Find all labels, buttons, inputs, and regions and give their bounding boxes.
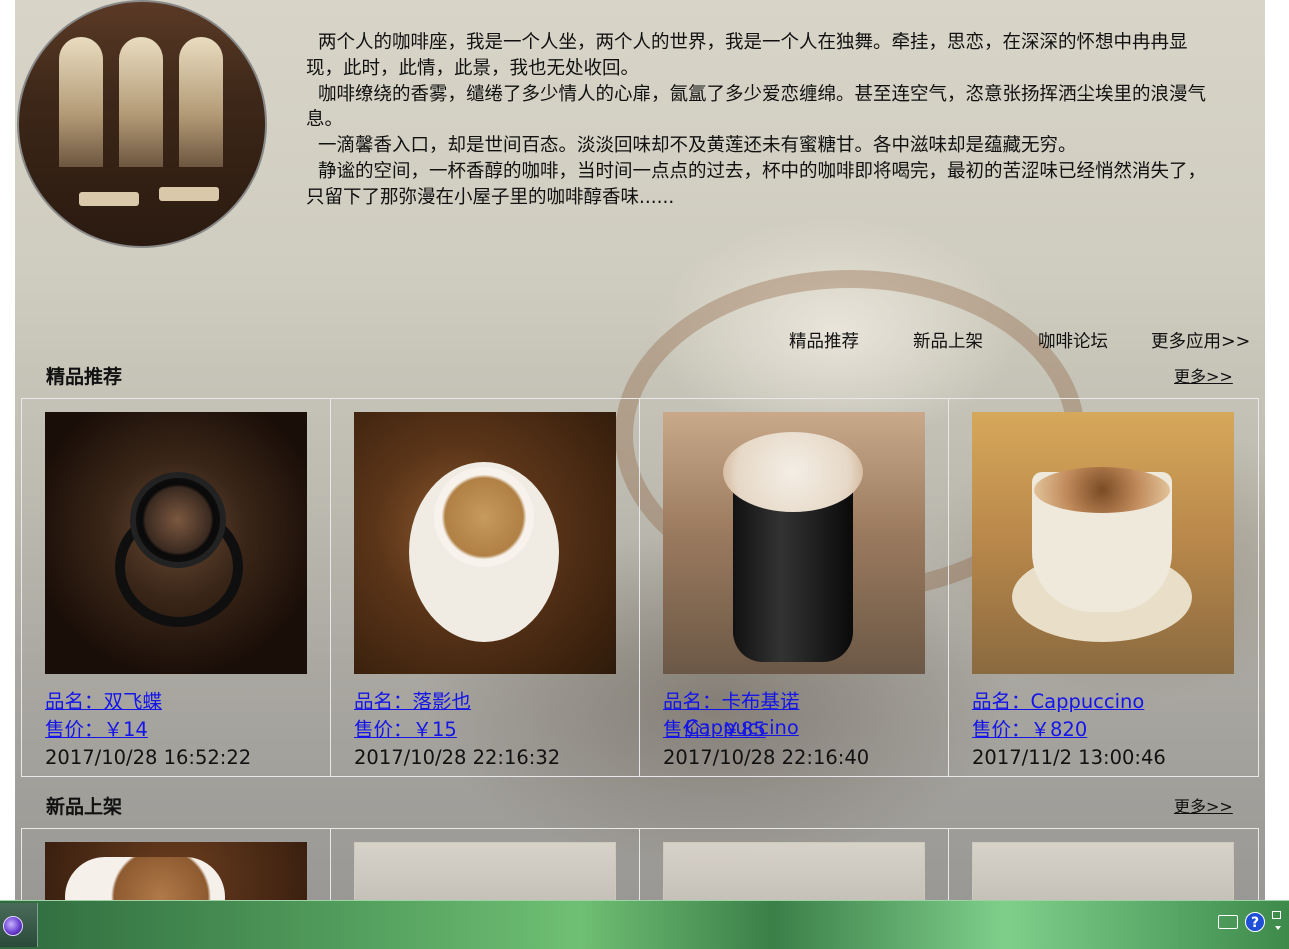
foam-shape <box>1034 467 1170 513</box>
new-section-title: 新品上架 <box>46 796 123 818</box>
product-name-link[interactable]: 品名：双飞蝶 <box>45 688 251 716</box>
product-image-placeholder[interactable] <box>663 842 925 900</box>
cup-shape <box>434 467 534 567</box>
featured-more-link[interactable]: 更多>> <box>1174 363 1233 387</box>
product-info: 品名：卡布基诺 售价：￥85 Cappuccino 2017/10/28 22:… <box>663 688 869 772</box>
product-overlap-link[interactable]: Cappuccino <box>685 714 799 742</box>
new-grid <box>21 828 1259 900</box>
featured-grid: 品名：双飞蝶 售价：￥14 2017/10/28 16:52:22 品名：落影也… <box>21 398 1259 777</box>
window-arch <box>119 37 163 167</box>
cafe-table <box>79 192 139 206</box>
product-info: 品名：Cappuccino 售价：￥820 2017/11/2 13:00:46 <box>972 688 1166 772</box>
window-arch <box>59 37 103 167</box>
nav-item-featured[interactable]: 精品推荐 <box>789 328 859 353</box>
intro-paragraph: 两个人的咖啡座，我是一个人坐，两个人的世界，我是一个人在独舞。牵挂，思恋，在深深… <box>306 32 1188 79</box>
help-icon[interactable]: ? <box>1245 912 1265 932</box>
featured-section-title: 精品推荐 <box>46 366 123 388</box>
nav-item-new[interactable]: 新品上架 <box>913 328 983 353</box>
product-image-placeholder[interactable] <box>972 842 1234 900</box>
top-nav: 精品推荐 新品上架 咖啡论坛 更多应用>> <box>0 328 1289 354</box>
intro-paragraph: 静谧的空间，一杯香醇的咖啡，当时间一点点的过去，杯中的咖啡即将喝完，最初的苦涩味… <box>306 160 1207 208</box>
product-image[interactable] <box>45 412 307 674</box>
taskbar <box>0 900 1289 949</box>
product-image[interactable] <box>663 412 925 674</box>
product-name-link[interactable]: 品名：落影也 <box>354 688 560 716</box>
cafe-avatar-image <box>17 0 267 248</box>
product-card <box>949 829 1258 900</box>
start-button[interactable] <box>0 903 38 947</box>
product-image[interactable] <box>45 842 307 900</box>
product-price-row: 售价：￥85 Cappuccino <box>663 716 869 744</box>
cup-shape <box>130 472 226 568</box>
product-card: 品名：卡布基诺 售价：￥85 Cappuccino 2017/10/28 22:… <box>640 399 949 776</box>
nav-item-more-apps[interactable]: 更多应用>> <box>1151 328 1250 353</box>
start-orb-icon <box>3 916 23 936</box>
cup-shape <box>65 857 225 900</box>
product-card: 品名：落影也 售价：￥15 2017/10/28 22:16:32 <box>331 399 640 776</box>
new-more-link[interactable]: 更多>> <box>1174 793 1233 817</box>
window-arch <box>179 37 223 167</box>
product-date: 2017/11/2 13:00:46 <box>972 746 1166 769</box>
product-price-link[interactable]: 售价：￥15 <box>354 716 560 744</box>
product-date: 2017/10/28 16:52:22 <box>45 746 252 769</box>
product-price-link[interactable]: 售价：￥820 <box>972 716 1166 744</box>
product-card: 品名：双飞蝶 售价：￥14 2017/10/28 16:52:22 <box>22 399 331 776</box>
chevron-down-icon[interactable] <box>1275 926 1281 930</box>
product-date: 2017/10/28 22:16:40 <box>663 746 870 769</box>
restore-icon[interactable] <box>1272 911 1281 919</box>
intro-paragraph: 咖啡缭绕的香雾，缱绻了多少情人的心扉，氤氲了多少爱恋缠绵。甚至连空气，恣意张扬挥… <box>306 83 1207 131</box>
product-name-link[interactable]: 品名：卡布基诺 <box>663 688 869 716</box>
product-name-link[interactable]: 品名：Cappuccino <box>972 688 1166 716</box>
nav-item-forum[interactable]: 咖啡论坛 <box>1038 328 1108 353</box>
product-card <box>22 829 331 900</box>
product-price-link[interactable]: 售价：￥14 <box>45 716 251 744</box>
product-image-placeholder[interactable] <box>354 842 616 900</box>
product-info: 品名：双飞蝶 售价：￥14 2017/10/28 16:52:22 <box>45 688 251 772</box>
product-image[interactable] <box>354 412 616 674</box>
product-card <box>640 829 949 900</box>
intro-text: 两个人的咖啡座，我是一个人坐，两个人的世界，我是一个人在独舞。牵挂，思恋，在深深… <box>306 30 1206 211</box>
product-image[interactable] <box>972 412 1234 674</box>
cream-shape <box>723 432 863 512</box>
product-date: 2017/10/28 22:16:32 <box>354 746 561 769</box>
product-info: 品名：落影也 售价：￥15 2017/10/28 22:16:32 <box>354 688 560 772</box>
product-card <box>331 829 640 900</box>
product-card: 品名：Cappuccino 售价：￥820 2017/11/2 13:00:46 <box>949 399 1258 776</box>
cafe-table <box>159 187 219 201</box>
intro-paragraph: 一滴馨香入口，却是世间百态。淡淡回味却不及黄莲还未有蜜糖甘。各中滋味却是蕴藏无穷… <box>318 135 1077 157</box>
keyboard-icon[interactable] <box>1218 915 1238 929</box>
